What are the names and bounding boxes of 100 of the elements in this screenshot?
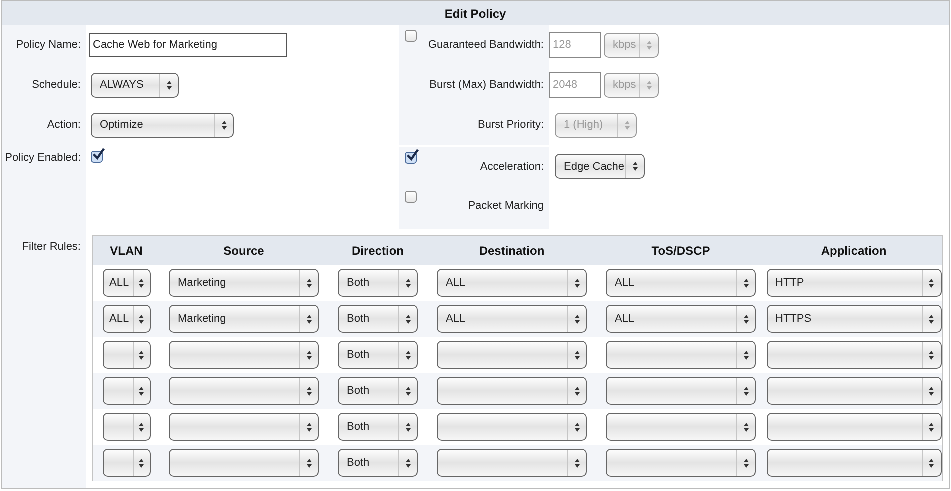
dropdown[interactable]: Optimize bbox=[91, 112, 234, 138]
column-header: Direction bbox=[350, 244, 405, 258]
updown-arrow-icon bbox=[929, 314, 934, 324]
updown-arrow-icon bbox=[139, 458, 144, 468]
dropdown[interactable]: ALL bbox=[606, 305, 756, 333]
column-header: Destination bbox=[478, 244, 546, 258]
updown-arrow-icon bbox=[929, 350, 934, 360]
dropdown[interactable] bbox=[606, 413, 756, 441]
field-label: Filter Rules: bbox=[22, 241, 81, 253]
updown-arrow-icon bbox=[306, 458, 312, 468]
dropdown[interactable] bbox=[606, 377, 756, 405]
dropdown[interactable] bbox=[169, 341, 319, 369]
updown-arrow-icon bbox=[744, 386, 748, 396]
field-label: Policy Name: bbox=[15, 38, 82, 53]
updown-arrow-icon bbox=[646, 80, 652, 90]
updown-arrow-icon bbox=[574, 386, 580, 396]
dropdown[interactable] bbox=[437, 449, 587, 477]
updown-arrow-icon bbox=[574, 314, 580, 324]
updown-arrow-icon bbox=[929, 422, 934, 432]
dropdown[interactable] bbox=[102, 413, 150, 441]
updown-arrow-icon bbox=[929, 458, 934, 468]
updown-arrow-icon bbox=[744, 422, 748, 432]
dropdown[interactable] bbox=[606, 341, 756, 369]
dropdown[interactable] bbox=[766, 341, 942, 369]
checkbox[interactable] bbox=[405, 191, 417, 203]
dropdown[interactable]: ALL bbox=[437, 269, 587, 297]
updown-arrow-icon bbox=[574, 422, 580, 432]
updown-arrow-icon bbox=[406, 386, 410, 396]
dropdown[interactable] bbox=[169, 377, 319, 405]
column-header: Source bbox=[222, 244, 266, 258]
dropdown[interactable] bbox=[169, 413, 319, 441]
dropdown[interactable] bbox=[766, 413, 942, 441]
dropdown[interactable] bbox=[102, 377, 150, 405]
updown-arrow-icon bbox=[139, 386, 144, 396]
updown-arrow-icon bbox=[744, 350, 748, 360]
column-header: ToS/DSCP bbox=[650, 244, 712, 258]
updown-arrow-icon bbox=[139, 278, 144, 288]
field-label: Packet Marking bbox=[467, 200, 544, 212]
updown-arrow-icon bbox=[222, 120, 226, 130]
field-label: Acceleration: bbox=[479, 160, 544, 172]
dropdown[interactable]: ALL bbox=[606, 269, 756, 297]
dropdown[interactable] bbox=[437, 413, 587, 441]
dropdown[interactable] bbox=[766, 377, 942, 405]
updown-arrow-icon bbox=[929, 278, 934, 288]
dropdown[interactable]: Marketing bbox=[169, 305, 319, 333]
field-label: Burst (Max) Bandwidth: bbox=[428, 79, 544, 91]
updown-arrow-icon bbox=[406, 350, 410, 360]
updown-arrow-icon bbox=[646, 40, 652, 50]
updown-arrow-icon bbox=[139, 314, 144, 324]
updown-arrow-icon bbox=[406, 278, 410, 288]
updown-arrow-icon bbox=[574, 278, 580, 288]
dropdown[interactable]: Both bbox=[338, 449, 418, 477]
updown-arrow-icon bbox=[166, 80, 172, 90]
field-label: Action: bbox=[46, 118, 82, 133]
updown-arrow-icon bbox=[574, 350, 580, 360]
dropdown[interactable]: HTTPS bbox=[766, 305, 942, 333]
updown-arrow-icon bbox=[306, 314, 312, 324]
column-header: VLAN bbox=[109, 244, 144, 258]
dropdown[interactable]: ALL bbox=[437, 305, 587, 333]
updown-arrow-icon bbox=[624, 120, 630, 130]
updown-arrow-icon bbox=[744, 314, 748, 324]
text-field[interactable]: Cache Web for Marketing bbox=[89, 33, 287, 57]
field-label: Schedule: bbox=[31, 78, 82, 93]
dropdown[interactable]: HTTP bbox=[766, 269, 942, 297]
dropdown[interactable] bbox=[102, 449, 150, 477]
dropdown[interactable]: Edge Cache bbox=[555, 154, 645, 179]
dropdown[interactable]: ALL bbox=[102, 305, 150, 333]
updown-arrow-icon bbox=[139, 422, 144, 432]
column-header: Application bbox=[820, 244, 888, 258]
updown-arrow-icon bbox=[306, 278, 312, 288]
dropdown[interactable]: Both bbox=[338, 341, 418, 369]
field-label: Burst Priority: bbox=[476, 119, 544, 131]
dropdown[interactable] bbox=[102, 341, 150, 369]
dropdown[interactable]: Both bbox=[338, 269, 418, 297]
dropdown[interactable]: Marketing bbox=[169, 269, 319, 297]
updown-arrow-icon bbox=[139, 350, 144, 360]
dropdown[interactable] bbox=[606, 449, 756, 477]
updown-arrow-icon bbox=[306, 350, 312, 360]
updown-arrow-icon bbox=[744, 278, 748, 288]
dropdown[interactable] bbox=[766, 449, 942, 477]
dropdown[interactable]: Both bbox=[338, 413, 418, 441]
updown-arrow-icon bbox=[929, 386, 934, 396]
field-label: Guaranteed Bandwidth: bbox=[427, 39, 544, 51]
checkbox[interactable] bbox=[91, 151, 103, 163]
updown-arrow-icon bbox=[406, 422, 410, 432]
updown-arrow-icon bbox=[744, 458, 748, 468]
dropdown[interactable]: ALL bbox=[102, 269, 150, 297]
dropdown[interactable] bbox=[437, 377, 587, 405]
dropdown[interactable] bbox=[437, 341, 587, 369]
dropdown[interactable]: Both bbox=[338, 305, 418, 333]
updown-arrow-icon bbox=[632, 162, 638, 171]
dropdown[interactable] bbox=[169, 449, 319, 477]
updown-arrow-icon bbox=[306, 422, 312, 432]
dropdown[interactable]: ALWAYS bbox=[91, 72, 179, 98]
updown-arrow-icon bbox=[406, 458, 410, 468]
checkbox[interactable] bbox=[405, 152, 417, 164]
updown-arrow-icon bbox=[574, 458, 580, 468]
field-label: Policy Enabled: bbox=[4, 151, 82, 166]
dropdown[interactable]: Both bbox=[338, 377, 418, 405]
panel-title: Edit Policy bbox=[2, 1, 949, 25]
